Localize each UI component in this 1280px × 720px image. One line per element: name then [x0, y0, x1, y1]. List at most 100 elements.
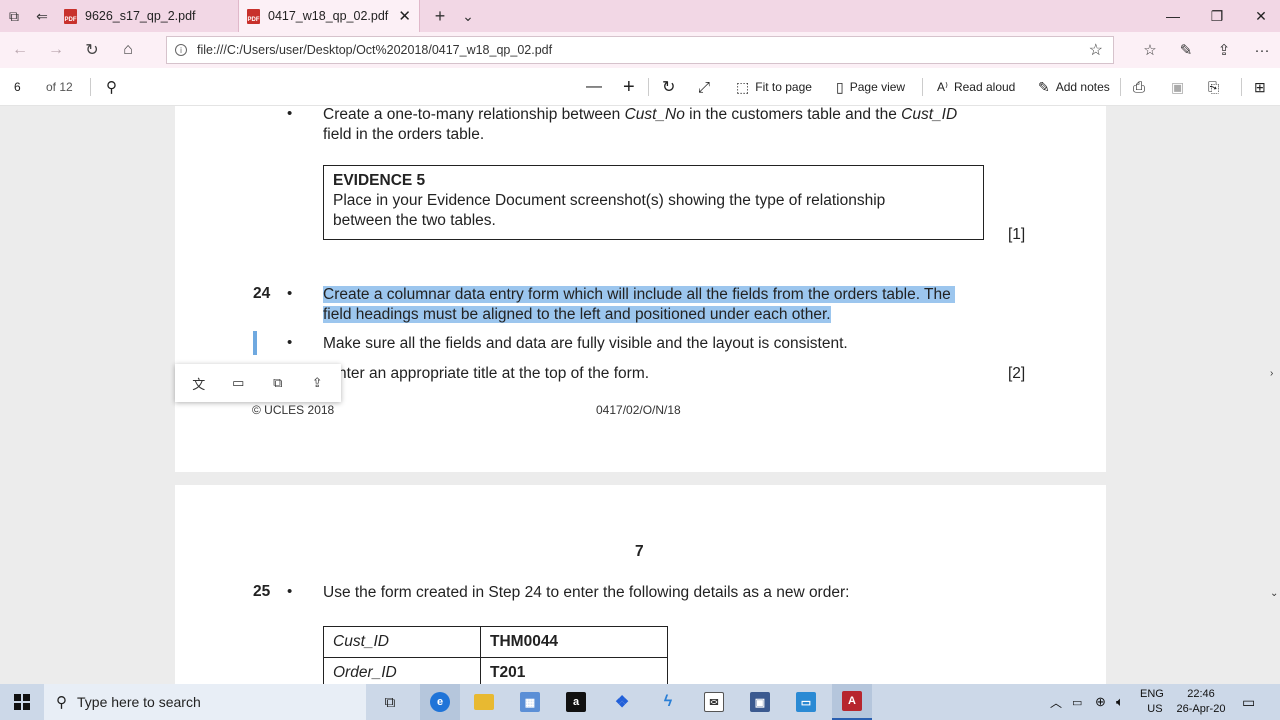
fullscreen-icon[interactable]: ⤢ — [698, 68, 710, 106]
save-as-icon[interactable]: ⎘ — [1208, 68, 1219, 106]
volume-icon[interactable]: 🔈︎ — [1116, 684, 1124, 720]
maximize-button[interactable]: ❐ — [1194, 0, 1240, 32]
show-hidden-icons[interactable]: ︿ — [1050, 684, 1062, 720]
tab-list-chevron-icon[interactable]: ⌄ — [454, 0, 482, 32]
close-window-button[interactable]: ✕ — [1238, 0, 1280, 32]
question-25-number: 25 — [253, 583, 271, 600]
new-tab-icon[interactable]: + — [426, 0, 454, 32]
scroll-arrow-icon[interactable]: › — [1270, 368, 1273, 379]
selected-text[interactable]: Create a columnar data entry form which … — [323, 286, 955, 303]
search-icon: ⚲ — [56, 694, 67, 711]
back-icon[interactable]: ← — [2, 32, 38, 68]
file-explorer-app[interactable] — [468, 684, 500, 720]
mail-app[interactable]: ✉ — [698, 684, 730, 720]
browser-tab-bar: ⧉ ⇐ PDF 9626_s17_qp_2.pdf PDF 0417_w18_q… — [0, 0, 1280, 32]
favorites-icon[interactable]: ☆ — [1132, 32, 1168, 68]
tab-9626[interactable]: PDF 9626_s17_qp_2.pdf — [56, 0, 238, 32]
rotate-icon[interactable]: ↻ — [662, 68, 675, 106]
dropbox-icon: ❖ — [614, 694, 630, 711]
q24-line-2[interactable]: field headings must be aligned to the le… — [323, 305, 831, 325]
more-icon[interactable]: ··· — [1244, 32, 1280, 68]
dropbox-app[interactable]: ❖ — [606, 684, 638, 720]
relationship-line-1: Create a one-to-many relationship betwee… — [323, 106, 958, 123]
read-aloud-button[interactable]: A⁾ Read aloud — [937, 68, 1015, 106]
read-aloud-label: Read aloud — [953, 80, 1016, 94]
comment-icon[interactable]: ▭ — [223, 368, 253, 398]
clock[interactable]: 22:46 26-Apr-20 — [1172, 684, 1230, 720]
page-view-label: Page view — [849, 80, 906, 94]
minimize-button[interactable]: — — [1150, 0, 1196, 32]
page-count: of 12 — [46, 80, 73, 94]
table-row: Order_ID T201 — [323, 657, 668, 684]
language-code: ENG — [1140, 688, 1164, 700]
current-page[interactable]: 6 — [14, 80, 21, 94]
language-indicator[interactable]: ENG US — [1140, 684, 1164, 720]
zoom-in-icon[interactable]: + — [623, 68, 635, 106]
page-view-icon: ▯ — [836, 78, 844, 95]
remote-app[interactable]: ▭ — [790, 684, 822, 720]
pin-icon[interactable]: ⊞ — [1254, 68, 1266, 106]
tabs-aside-icon[interactable]: ⇐ — [28, 0, 56, 32]
edge-app[interactable]: e — [420, 684, 460, 720]
home-icon[interactable]: ⌂ — [110, 32, 146, 68]
notifications-icon[interactable]: ▭ — [1242, 684, 1255, 720]
info-icon[interactable]: i — [175, 44, 187, 56]
tab-0417[interactable]: PDF 0417_w18_qp_02.pdf ✕ — [238, 0, 420, 32]
copy-icon[interactable]: ⧉ — [263, 368, 293, 398]
evidence-line-1: Place in your Evidence Document screensh… — [333, 192, 886, 209]
edge-icon: e — [430, 692, 450, 712]
taskbar-search[interactable]: ⚲ Type here to search — [44, 684, 366, 720]
close-tab-icon[interactable]: ✕ — [398, 7, 411, 25]
q24-line-1[interactable]: Create a columnar data entry form which … — [323, 285, 955, 305]
save-icon[interactable]: ▣ — [1171, 68, 1184, 106]
start-button[interactable] — [0, 684, 44, 720]
paper-code: 0417/02/O/N/18 — [596, 403, 681, 417]
selection-toolbar: 文 ▭ ⧉ ⇪ — [175, 364, 341, 402]
pen-icon[interactable]: ✎ — [1168, 32, 1204, 68]
access-app[interactable]: A — [832, 684, 872, 720]
zoom-out-icon[interactable]: — — [586, 68, 602, 106]
network-icon[interactable]: ⊕ — [1095, 684, 1106, 720]
forward-icon[interactable]: → — [38, 32, 74, 68]
share-icon[interactable]: ⇪ — [302, 368, 332, 398]
page-view-button[interactable]: ▯ Page view — [836, 68, 905, 106]
store-app[interactable]: ▦ — [514, 684, 546, 720]
add-notes-button[interactable]: ✎ Add notes — [1038, 68, 1110, 106]
refresh-icon[interactable]: ↻ — [74, 32, 110, 68]
media-icon: ▣ — [750, 692, 770, 712]
scroll-down-icon[interactable]: ⌄ — [1270, 588, 1278, 599]
order-details-table: Cust_ID THM0044 Order_ID T201 — [323, 626, 668, 684]
print-icon[interactable]: ⎙ — [1133, 68, 1145, 106]
page-number-input[interactable]: 6 — [14, 68, 21, 106]
tab-actions-icon[interactable]: ⧉ — [0, 0, 28, 32]
vscode-app[interactable]: ϟ — [652, 684, 684, 720]
evidence-title: EVIDENCE 5 — [333, 172, 426, 189]
pdf-document-area[interactable]: • Create a one-to-many relationship betw… — [0, 106, 1280, 684]
task-view-icon[interactable]: ⧉ — [375, 684, 405, 720]
pdf-icon: PDF — [64, 8, 77, 24]
battery-icon[interactable]: ▭ — [1072, 684, 1082, 720]
selected-text[interactable]: field headings must be aligned to the le… — [323, 306, 831, 323]
page-number: 7 — [635, 543, 644, 560]
pdf-page-6: • Create a one-to-many relationship betw… — [175, 106, 1106, 472]
media-app[interactable]: ▣ — [744, 684, 776, 720]
pdf-icon: PDF — [247, 8, 260, 24]
bullet: • — [287, 106, 293, 122]
tab-title: 9626_s17_qp_2.pdf — [85, 9, 196, 23]
window-icon: ▭ — [796, 692, 816, 712]
url-field[interactable]: i file:///C:/Users/user/Desktop/Oct%2020… — [166, 36, 1114, 64]
search-icon[interactable]: ⚲ — [106, 68, 117, 106]
mail-icon: ✉ — [704, 692, 724, 712]
mark-2: [2] — [1008, 365, 1026, 382]
bullet: • — [287, 334, 293, 351]
tab-title: 0417_w18_qp_02.pdf — [268, 9, 389, 23]
amazon-app[interactable]: a — [560, 684, 592, 720]
translate-icon[interactable]: 文 — [184, 368, 214, 398]
fit-to-page-button[interactable]: ⬚ Fit to page — [736, 68, 812, 106]
add-notes-label: Add notes — [1055, 80, 1110, 94]
favorite-star-icon[interactable]: ☆ — [1089, 40, 1103, 60]
evidence-line-2: between the two tables. — [333, 212, 496, 229]
share-icon[interactable]: ⇪ — [1206, 32, 1242, 68]
folder-icon — [474, 694, 494, 710]
search-placeholder: Type here to search — [77, 694, 201, 710]
